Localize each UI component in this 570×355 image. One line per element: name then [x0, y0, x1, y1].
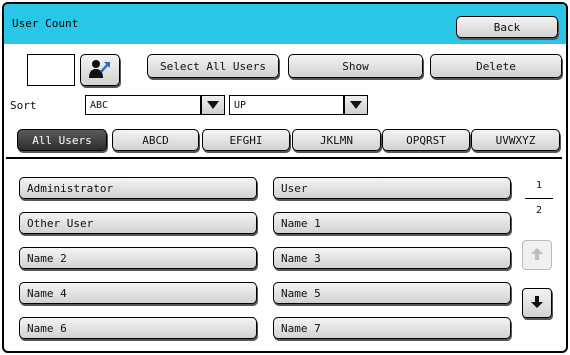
user-count-panel: User Count Back Select All Users Show De… [2, 2, 568, 353]
page-title: User Count [12, 17, 79, 30]
user-item[interactable]: Name 7 [273, 317, 511, 339]
tab-uvwxyz[interactable]: UVWXYZ [471, 129, 560, 151]
page-up-button[interactable] [522, 240, 552, 270]
user-item[interactable]: Name 5 [273, 282, 511, 304]
user-item[interactable]: Name 1 [273, 212, 511, 234]
page-divider [525, 198, 553, 199]
sort-order-select[interactable]: UP [229, 95, 344, 115]
user-item[interactable]: User [273, 177, 511, 199]
user-count-box [27, 54, 75, 86]
arrow-down-icon [531, 295, 543, 311]
user-item[interactable]: Administrator [19, 177, 257, 199]
sort-field-select[interactable]: ABC [85, 95, 201, 115]
chevron-down-icon [350, 99, 362, 112]
sort-label: Sort [10, 99, 37, 112]
tab-jklmn[interactable]: JKLMN [292, 129, 381, 151]
select-all-users-button[interactable]: Select All Users [147, 54, 279, 78]
divider [6, 157, 562, 159]
user-with-arrow-icon [87, 58, 113, 83]
user-item[interactable]: Other User [19, 212, 257, 234]
user-item[interactable]: Name 6 [19, 317, 257, 339]
total-pages: 2 [535, 205, 543, 216]
sort-order-dropdown[interactable] [344, 95, 368, 115]
current-page: 1 [535, 180, 543, 191]
show-button[interactable]: Show [288, 54, 423, 78]
tab-abcd[interactable]: ABCD [112, 129, 199, 151]
arrow-up-icon [531, 247, 543, 263]
tab-opqrst[interactable]: OPQRST [382, 129, 470, 151]
chevron-down-icon [207, 99, 219, 112]
user-item[interactable]: Name 3 [273, 247, 511, 269]
tab-all-users[interactable]: All Users [17, 129, 107, 151]
user-item[interactable]: Name 2 [19, 247, 257, 269]
tab-efghi[interactable]: EFGHI [202, 129, 290, 151]
delete-button[interactable]: Delete [430, 54, 562, 78]
sort-field-dropdown[interactable] [201, 95, 225, 115]
back-button[interactable]: Back [456, 16, 558, 38]
user-item[interactable]: Name 4 [19, 282, 257, 304]
page-down-button[interactable] [522, 288, 552, 318]
user-select-button[interactable] [80, 54, 120, 86]
